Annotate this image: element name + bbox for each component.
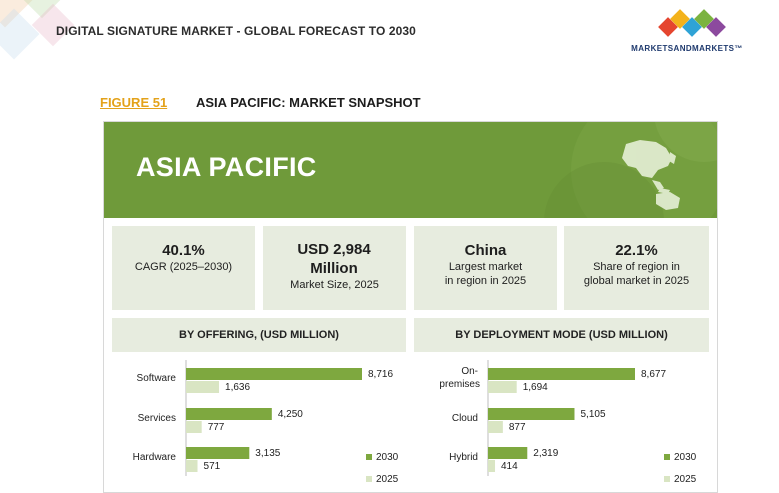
stat-market-size: USD 2,984 Million Market Size, 2025 bbox=[263, 226, 406, 310]
bar-2030 bbox=[488, 408, 575, 420]
stat-value: 22.1% bbox=[615, 242, 658, 259]
bar-2030 bbox=[186, 447, 250, 459]
stat-value: USD 2,984 Million bbox=[297, 241, 371, 277]
legend-swatch-2025 bbox=[366, 476, 372, 482]
bar-value-label: 777 bbox=[208, 422, 225, 433]
legend-label: 2025 bbox=[674, 474, 697, 485]
deployment-bar-chart: On-premises 8,677 1,694 Cloud 5,105 877 Hybrid… bbox=[439, 360, 697, 485]
bar-2025 bbox=[186, 421, 202, 433]
report-header: DIGITAL SIGNATURE MARKET - GLOBAL FORECA… bbox=[0, 0, 779, 62]
bar-value-label: 1,694 bbox=[523, 382, 548, 393]
bar-value-label: 8,677 bbox=[641, 369, 666, 380]
bar-value-label: 2,319 bbox=[533, 448, 558, 459]
legend-swatch-2030 bbox=[664, 454, 670, 460]
category-label: On- bbox=[461, 366, 478, 377]
brand-logo: MARKETSANDMARKETS™ bbox=[626, 8, 748, 56]
bar-2025 bbox=[488, 460, 496, 472]
stat-caption: CAGR (2025–2030) bbox=[134, 261, 233, 273]
report-title: DIGITAL SIGNATURE MARKET - GLOBAL FORECA… bbox=[56, 24, 416, 38]
bar-value-label: 3,135 bbox=[255, 448, 280, 459]
bar-value-label: 571 bbox=[204, 461, 221, 472]
bar-2030 bbox=[488, 368, 635, 380]
bar-2025 bbox=[488, 421, 503, 433]
legend-label: 2030 bbox=[376, 452, 399, 463]
category-label: Cloud bbox=[452, 413, 478, 424]
bar-2025 bbox=[186, 381, 220, 393]
region-title: ASIA PACIFIC bbox=[136, 152, 317, 182]
bar-2025 bbox=[488, 381, 517, 393]
brand-logo-icon bbox=[658, 9, 726, 37]
stat-largest-market: China Largest market in region in 2025 bbox=[414, 226, 557, 310]
stat-share: 22.1% Share of region in global market i… bbox=[564, 226, 709, 310]
stat-cagr: 40.1% CAGR (2025–2030) bbox=[112, 226, 255, 310]
legend-swatch-2025 bbox=[664, 476, 670, 482]
stat-caption-line-1: Largest market bbox=[448, 261, 523, 273]
legend-label: 2030 bbox=[674, 452, 697, 463]
legend-swatch-2030 bbox=[366, 454, 372, 460]
bar-value-label: 8,716 bbox=[368, 369, 393, 380]
category-label: Software bbox=[137, 373, 177, 384]
bar-2025 bbox=[186, 460, 198, 472]
stat-value: China bbox=[464, 242, 507, 259]
brand-name: MARKETSANDMARKETS™ bbox=[631, 44, 743, 53]
bar-value-label: 414 bbox=[501, 461, 518, 472]
bar-value-label: 5,105 bbox=[580, 409, 605, 420]
deployment-chart-title: BY DEPLOYMENT MODE (USD MILLION) bbox=[414, 318, 709, 352]
stat-caption: Market Size, 2025 bbox=[290, 279, 379, 291]
bar-2030 bbox=[186, 408, 272, 420]
stat-caption-line-2: in region in 2025 bbox=[444, 275, 527, 287]
figure-title: ASIA PACIFIC: MARKET SNAPSHOT bbox=[196, 95, 421, 110]
offering-chart: Software 8,716 1,636 Services 4,250 777 Hardwa… bbox=[112, 358, 406, 492]
offering-chart-title: BY OFFERING, (USD MILLION) bbox=[112, 318, 406, 352]
legend-label: 2025 bbox=[376, 474, 399, 485]
bar-value-label: 877 bbox=[509, 422, 526, 433]
bar-value-label: 4,250 bbox=[278, 409, 303, 420]
bar-value-label: 1,636 bbox=[225, 382, 250, 393]
category-label: Services bbox=[138, 413, 176, 424]
bar-2030 bbox=[488, 447, 528, 459]
bar-2030 bbox=[186, 368, 362, 380]
deployment-chart: On-premises 8,677 1,694 Cloud 5,105 877 Hybrid… bbox=[414, 358, 709, 492]
category-label: Hybrid bbox=[449, 452, 478, 463]
region-banner: ASIA PACIFIC bbox=[104, 122, 717, 218]
category-label: Hardware bbox=[133, 452, 177, 463]
snapshot-panel: ASIA PACIFIC 40.1% CAGR (2025–2030) USD … bbox=[103, 121, 718, 493]
offering-bar-chart: Software 8,716 1,636 Services 4,250 777 Hardwa… bbox=[133, 360, 399, 485]
figure-label: FIGURE 51 bbox=[100, 95, 168, 110]
category-label: premises bbox=[439, 379, 480, 390]
stat-caption-line-2: global market in 2025 bbox=[583, 275, 690, 287]
stat-caption-line-1: Share of region in bbox=[593, 261, 680, 273]
stat-value: 40.1% bbox=[162, 242, 205, 259]
